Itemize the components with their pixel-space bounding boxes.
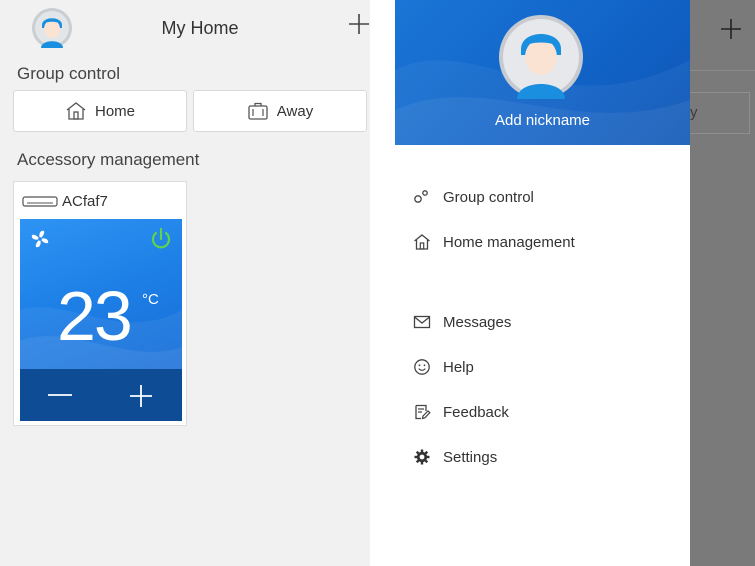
gear-icon <box>414 449 430 465</box>
group-control-icon <box>414 190 428 203</box>
temperature-value: 23 <box>57 277 133 355</box>
add-nickname-link[interactable]: Add nickname <box>395 112 690 129</box>
menu-help[interactable]: Help <box>413 358 474 376</box>
page-title: My Home <box>161 18 239 38</box>
menu-label: Home management <box>443 233 575 251</box>
device-name: ACfaf7 <box>62 193 108 210</box>
device-card[interactable]: ACfaf7 23 °C <box>13 181 187 426</box>
drawer-header: Add nickname <box>395 0 690 145</box>
home-icon <box>414 234 430 250</box>
menu-home-management[interactable]: Home management <box>413 233 575 251</box>
group-control-heading: Group control <box>17 64 120 83</box>
increase-temperature-icon[interactable] <box>128 383 154 409</box>
home-header: My Home <box>10 0 370 58</box>
away-mode-button[interactable]: Away <box>193 90 367 132</box>
dim-overlay[interactable] <box>690 0 755 566</box>
menu-label: Group control <box>443 188 534 206</box>
menu-label: Help <box>443 358 474 376</box>
feedback-icon <box>415 404 431 420</box>
overlay-divider <box>690 70 755 71</box>
air-conditioner-icon <box>22 195 58 207</box>
fan-icon[interactable] <box>30 229 50 249</box>
add-plus-icon[interactable] <box>345 10 373 38</box>
suitcase-icon <box>248 102 268 120</box>
accessory-heading: Accessory management <box>17 150 200 169</box>
temperature-unit: °C <box>142 291 159 308</box>
menu-settings[interactable]: Settings <box>413 448 497 466</box>
home-mode-button[interactable]: Home <box>13 90 187 132</box>
temperature-controls <box>20 369 182 421</box>
menu-label: Messages <box>443 313 512 331</box>
away-mode-label: Away <box>276 102 314 120</box>
menu-messages[interactable]: Messages <box>413 313 511 331</box>
smiley-icon <box>414 359 430 375</box>
decrease-temperature-icon[interactable] <box>46 385 74 405</box>
menu-feedback[interactable]: Feedback <box>413 403 509 421</box>
menu-label: Settings <box>443 448 498 466</box>
side-drawer: Add nickname Group control Home manageme… <box>395 0 690 566</box>
house-icon <box>66 102 86 120</box>
overlay-plus-icon <box>721 19 741 39</box>
power-icon[interactable] <box>149 227 173 251</box>
menu-group-control[interactable]: Group control <box>413 188 534 206</box>
envelope-icon <box>413 315 431 329</box>
profile-avatar-icon[interactable] <box>499 15 583 99</box>
home-mode-label: Home <box>94 102 135 120</box>
device-control-panel: 23 °C <box>20 219 182 421</box>
menu-label: Feedback <box>443 403 509 421</box>
home-screen: My Home Group control Home Away Accessor… <box>0 0 370 566</box>
overlay-away-fragment: y <box>690 92 750 134</box>
device-name-row: ACfaf7 <box>22 193 108 210</box>
